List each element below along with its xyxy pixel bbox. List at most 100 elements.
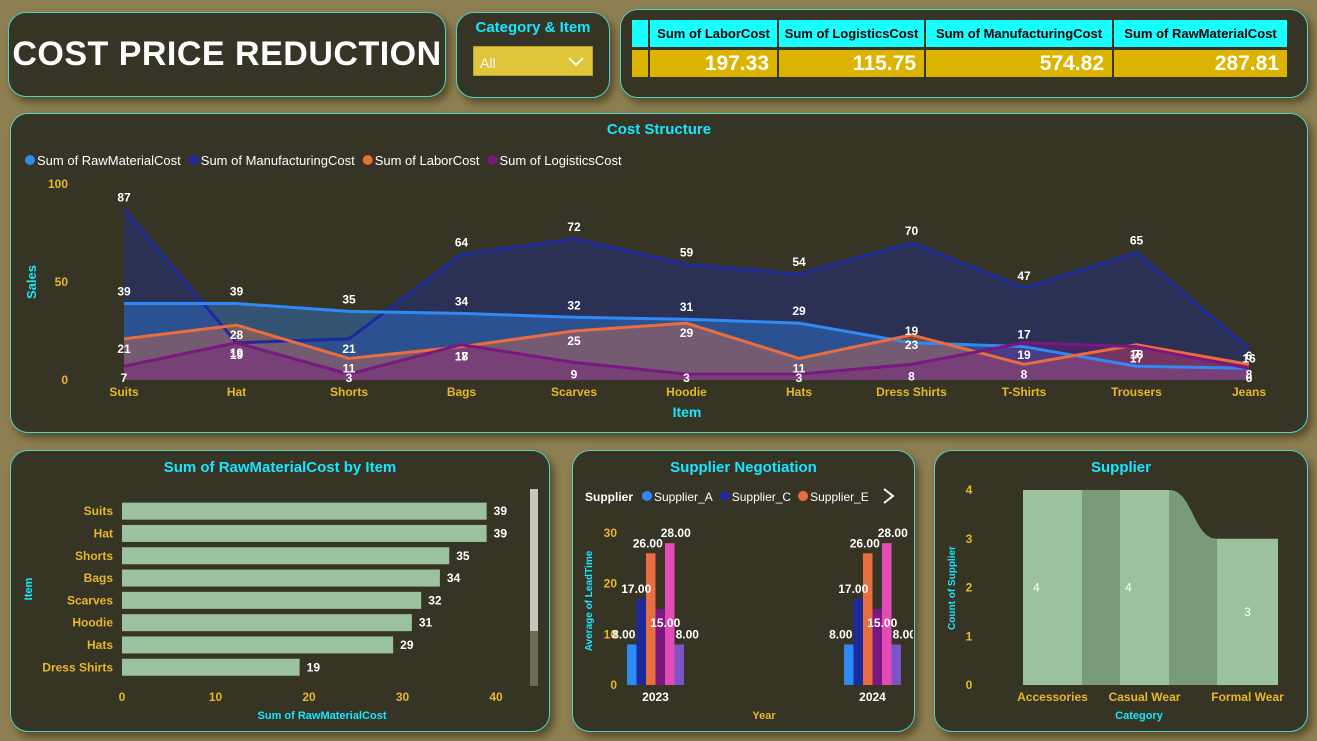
y-tick-label: 20 <box>604 577 618 591</box>
data-label: 21 <box>117 342 131 356</box>
data-label: 7 <box>121 371 128 385</box>
bar <box>122 569 440 587</box>
data-label: 4 <box>1033 581 1040 595</box>
data-label: 29 <box>680 326 694 340</box>
bar <box>122 591 422 609</box>
supplier-plot: 0 1 2 3 4 Count of Supplier 4 Accessories 4 Casua… <box>947 483 1284 722</box>
data-label: 28.00 <box>878 526 908 540</box>
data-label: 26.00 <box>633 536 663 550</box>
bar <box>844 644 854 685</box>
kpi-label: Sum of LogisticsCost <box>779 20 924 47</box>
data-label: 8 <box>908 369 915 383</box>
bar <box>636 598 646 685</box>
x-tick-label: 30 <box>396 690 410 704</box>
data-label: 3 <box>346 371 353 385</box>
x-tick-label: Hats <box>786 385 812 399</box>
data-label: 19 <box>307 660 321 674</box>
x-tick-label: Shorts <box>330 385 368 399</box>
legend-item[interactable]: Sum of RawMaterialCost <box>25 153 181 168</box>
page-title: COST PRICE REDUCTION <box>12 35 442 73</box>
data-label: 3 <box>1244 605 1251 619</box>
legend-item[interactable]: Sum of LaborCost <box>362 153 480 168</box>
kpi-manufacturing-cost: Sum of ManufacturingCost 574.82 <box>926 20 1112 80</box>
data-label: 87 <box>117 190 131 204</box>
bar <box>1023 490 1082 685</box>
y-tick-label: 4 <box>966 483 973 497</box>
kpi-value: 197.33 <box>650 50 777 77</box>
y-tick-label: 0 <box>966 678 973 692</box>
bar <box>627 644 637 685</box>
raw-material-plot: Suits 39 Hat 39 Shorts 35 Bags 34 Scarves 32 Hoodi… <box>23 489 538 722</box>
ribbon <box>1169 490 1217 685</box>
data-label: 17.00 <box>838 582 868 596</box>
bar <box>853 598 863 685</box>
x-tick-label: Accessories <box>1017 690 1088 704</box>
data-label: 28 <box>230 328 244 342</box>
x-tick-label: Hat <box>227 385 246 399</box>
supplier-chart: Supplier 0 1 2 3 4 Count of Supplier 4 Accessor… <box>934 450 1308 732</box>
x-tick-label: Jeans <box>1232 385 1266 399</box>
y-tick-label: 3 <box>966 532 973 546</box>
legend-label: Supplier_C <box>732 490 792 504</box>
legend-label: Sum of LogisticsCost <box>499 153 621 168</box>
y-axis-label: Sales <box>24 265 39 299</box>
data-label: 32 <box>567 298 581 312</box>
slicer-dropdown[interactable]: All <box>473 46 593 76</box>
legend-item[interactable]: Supplier_A <box>642 490 713 504</box>
y-tick-label: 2 <box>966 581 973 595</box>
kpi-logistics-cost: Sum of LogisticsCost 115.75 <box>779 20 924 80</box>
x-axis-label: Category <box>1115 710 1164 722</box>
data-label: 34 <box>447 571 461 585</box>
y-axis-label: Item <box>23 577 35 600</box>
legend-marker <box>487 155 498 165</box>
kpi-value-stub <box>632 50 648 77</box>
y-tick-label: 50 <box>55 275 69 289</box>
data-label: 8.00 <box>829 627 853 641</box>
legend-item[interactable]: Sum of ManufacturingCost <box>188 153 355 168</box>
legend-item[interactable]: Supplier_E <box>798 490 869 504</box>
supplier-negotiation-chart: Supplier Negotiation Supplier Supplier_A S… <box>572 450 915 732</box>
bar <box>891 644 901 685</box>
scrollbar-thumb[interactable] <box>530 489 538 631</box>
kpi-value: 574.82 <box>926 50 1112 77</box>
legend: Supplier Supplier_A Supplier_C Supplier_E <box>585 490 869 504</box>
data-label: 39 <box>494 526 508 540</box>
y-tick-label: 0 <box>610 678 617 692</box>
data-label: 8.00 <box>612 627 636 641</box>
legend-title: Supplier <box>585 490 633 504</box>
kpi-value: 115.75 <box>779 50 924 77</box>
data-label: 32 <box>428 593 442 607</box>
data-label: 29 <box>792 304 806 318</box>
bar <box>122 658 300 676</box>
supplier-negotiation-plot: Supplier Supplier_A Supplier_C Supplier_E 0 1… <box>584 488 913 722</box>
kpi-header-stub <box>632 20 648 47</box>
legend-marker <box>25 155 35 165</box>
x-tick-label: Casual Wear <box>1109 690 1181 704</box>
bar <box>122 502 487 520</box>
legend-next-icon[interactable] <box>883 488 895 504</box>
legend-item[interactable]: Supplier_C <box>719 490 792 504</box>
data-label: 17 <box>1017 328 1031 342</box>
kpi-label: Sum of RawMaterialCost <box>1114 20 1287 47</box>
legend-item[interactable]: Sum of LogisticsCost <box>487 153 622 168</box>
y-tick-label: Shorts <box>75 549 113 563</box>
x-axis-label: Item <box>673 404 702 420</box>
data-label: 39 <box>230 285 244 299</box>
data-label: 72 <box>567 220 581 234</box>
x-tick-label: Dress Shirts <box>876 385 947 399</box>
cost-structure-plot: Sum of RawMaterialCost Sum of Manufacturi… <box>24 153 1266 420</box>
y-axis-label: Average of LeadTime <box>584 550 595 651</box>
data-label: 31 <box>419 616 433 630</box>
data-label: 19 <box>230 348 244 362</box>
legend-marker <box>188 155 199 165</box>
data-label: 31 <box>680 300 694 314</box>
data-label: 35 <box>342 292 356 306</box>
x-tick-label: Suits <box>109 385 139 399</box>
data-label: 28.00 <box>661 526 691 540</box>
legend-label: Sum of LaborCost <box>375 153 480 168</box>
data-label: 19 <box>905 324 919 338</box>
data-label: 9 <box>571 367 578 381</box>
data-label: 8 <box>1021 367 1028 381</box>
chevron-right-icon <box>883 488 895 504</box>
data-label: 23 <box>905 338 919 352</box>
